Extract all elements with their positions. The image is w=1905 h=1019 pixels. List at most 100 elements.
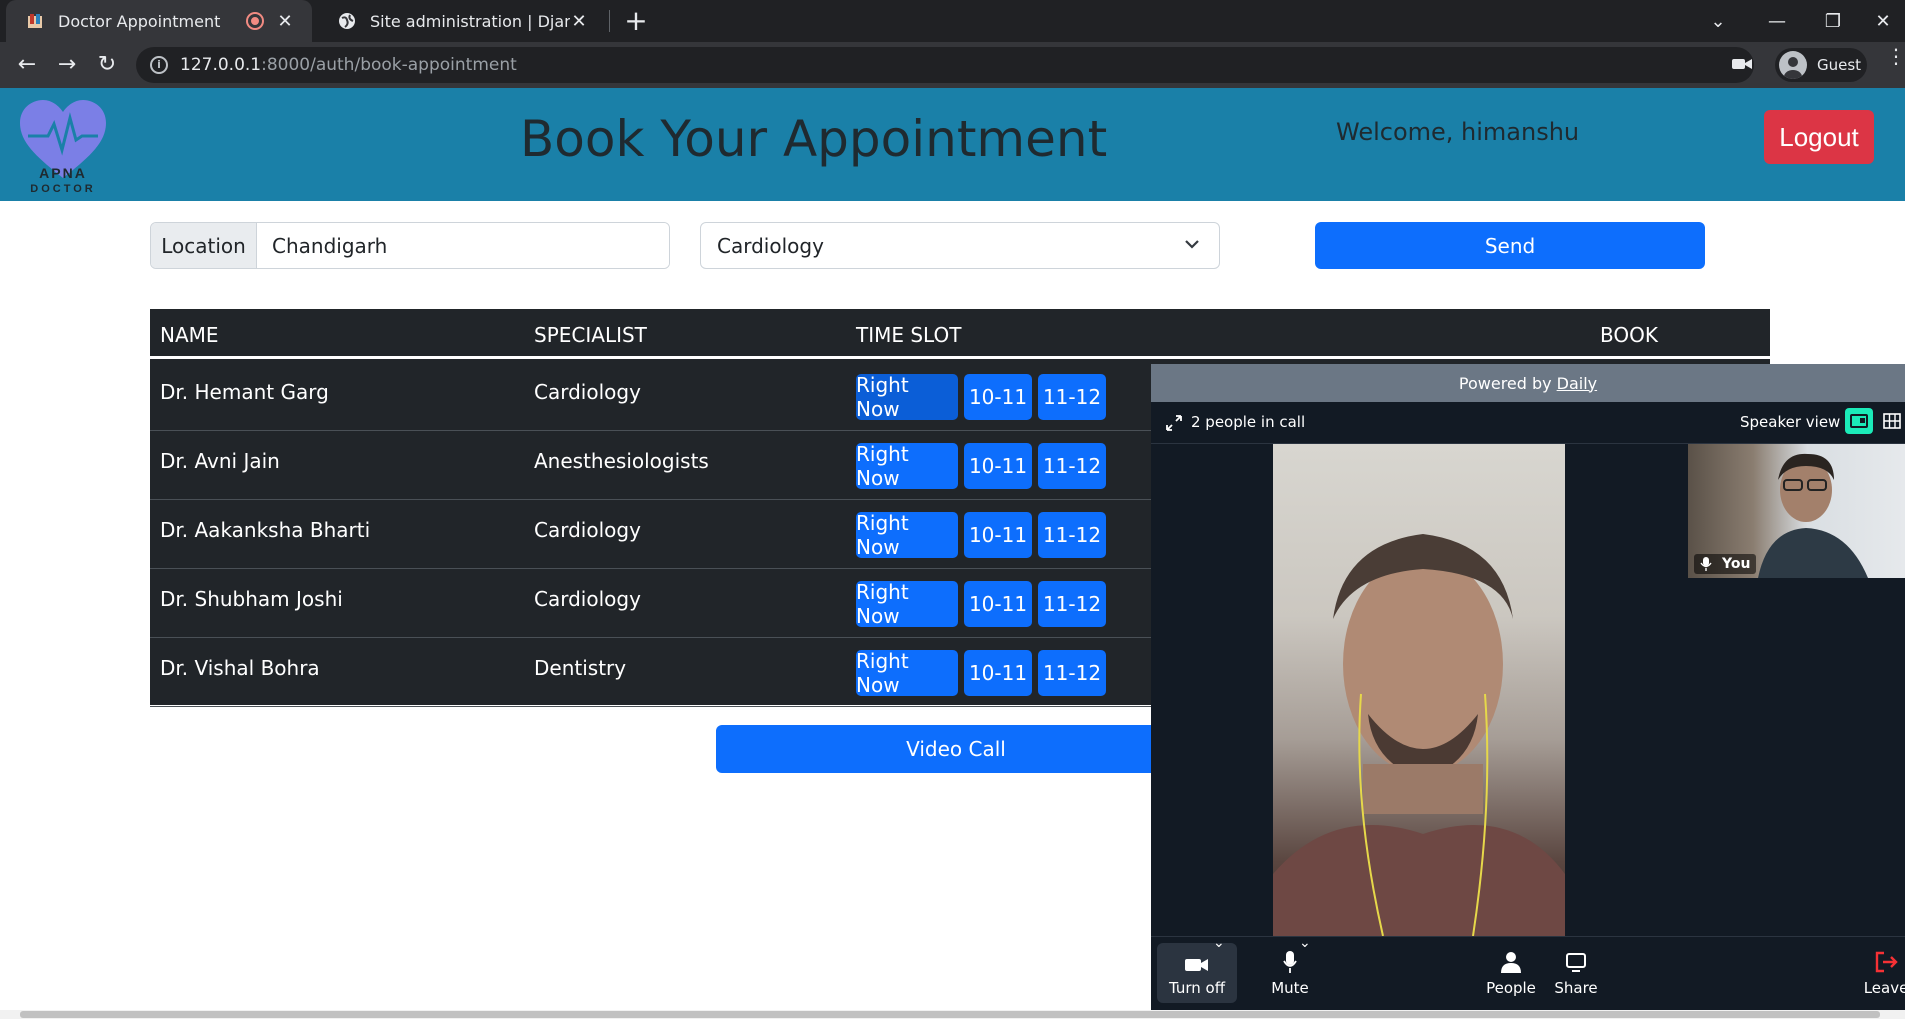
time-slot-button[interactable]: 10-11: [964, 443, 1032, 489]
logout-button[interactable]: Logout: [1764, 110, 1874, 164]
logo-line-2: DOCTOR: [30, 183, 95, 194]
tab-title: Doctor Appointment: [58, 11, 221, 31]
camera-icon: [1185, 959, 1208, 971]
people-button[interactable]: People: [1476, 943, 1546, 1003]
tab-search-icon[interactable]: ⌄: [1690, 0, 1746, 42]
header-book: BOOK: [1600, 323, 1658, 347]
people-icon: [1501, 952, 1521, 973]
header-time-slot: TIME SLOT: [856, 323, 962, 347]
camera-in-use-icon[interactable]: [1732, 56, 1752, 72]
time-slot-button[interactable]: Right Now: [856, 442, 958, 490]
leave-button[interactable]: Leave: [1856, 943, 1905, 1003]
doctor-specialist: Anesthesiologists: [534, 449, 709, 473]
microphone-icon: [1283, 951, 1297, 973]
time-slot-button[interactable]: 11-12: [1038, 650, 1106, 696]
header-specialist: SPECIALIST: [534, 323, 647, 347]
call-controls-bar: Turn off ⌄ Mute ⌄ People Share Leave: [1151, 935, 1905, 1010]
doctor-name: Dr. Aakanksha Bharti: [160, 518, 371, 542]
url-text: 127.0.0.1:8000/auth/book-appointment: [180, 55, 517, 75]
doctor-specialist: Cardiology: [534, 518, 641, 542]
video-call-button[interactable]: Video Call: [716, 725, 1196, 773]
new-tab-icon[interactable]: +: [622, 4, 650, 37]
doctor-name: Dr. Avni Jain: [160, 449, 280, 473]
time-slot-button[interactable]: 10-11: [964, 512, 1032, 558]
forward-icon[interactable]: →: [52, 50, 82, 80]
tab-title: Site administration | Django site a: [370, 11, 570, 31]
call-info-bar: 2 people in call Speaker view: [1151, 402, 1905, 444]
minimize-icon[interactable]: —: [1749, 0, 1805, 42]
menu-kebab-icon[interactable]: ⋮: [1886, 46, 1905, 66]
scrollbar-thumb[interactable]: [20, 1011, 1880, 1018]
location-input-group: Location: [150, 222, 670, 269]
close-tab-icon[interactable]: ✕: [276, 11, 294, 32]
self-name-tag: You: [1694, 554, 1757, 574]
page-title: Book Your Appointment: [520, 110, 1108, 168]
powered-by-banner: Powered by Daily: [1151, 364, 1905, 402]
specialty-select[interactable]: Cardiology: [700, 222, 1220, 269]
participant-face-image: [1273, 534, 1565, 936]
leave-icon: [1875, 951, 1898, 973]
speaker-view-icon[interactable]: [1845, 408, 1873, 434]
expand-icon[interactable]: [1165, 414, 1183, 432]
microphone-icon: [1700, 557, 1712, 571]
close-tab-icon[interactable]: ✕: [570, 11, 588, 32]
grid-view-icon[interactable]: [1883, 412, 1901, 430]
mute-button[interactable]: Mute: [1255, 943, 1325, 1003]
address-bar[interactable]: i 127.0.0.1:8000/auth/book-appointment: [136, 47, 1754, 83]
doctor-favicon-icon: [28, 14, 42, 28]
share-label: Share: [1554, 979, 1598, 997]
camera-toggle-button[interactable]: Turn off: [1157, 943, 1237, 1003]
restore-icon[interactable]: ❐: [1805, 0, 1861, 42]
profile-label: Guest: [1817, 56, 1862, 74]
avatar: [1779, 51, 1807, 79]
doctor-specialist: Cardiology: [534, 587, 641, 611]
location-input[interactable]: [257, 223, 669, 268]
tab-site-administration[interactable]: Site administration | Django site a ✕: [318, 0, 606, 42]
close-window-icon[interactable]: ✕: [1861, 0, 1905, 42]
time-slot-button[interactable]: Right Now: [856, 373, 958, 421]
doctor-specialist: Dentistry: [534, 656, 627, 680]
powered-by-text: Powered by: [1458, 373, 1552, 393]
daily-video-call-widget: Powered by Daily 2 people in call Speaker…: [1151, 364, 1905, 1010]
time-slot-button[interactable]: 11-12: [1038, 581, 1106, 627]
logo-line-1: APNA: [39, 165, 87, 181]
location-label: Location: [151, 223, 257, 268]
time-slot-button[interactable]: 10-11: [964, 650, 1032, 696]
globe-icon: [339, 13, 355, 29]
daily-link[interactable]: Daily: [1557, 374, 1597, 393]
specialty-selected-value: Cardiology: [717, 233, 824, 258]
remote-participant-video: [1273, 444, 1565, 936]
chevron-down-icon: [1185, 240, 1199, 249]
people-count: 2 people in call: [1191, 413, 1306, 431]
time-slot-button[interactable]: Right Now: [856, 649, 958, 697]
camera-options-chevron-icon[interactable]: ⌄: [1213, 935, 1225, 957]
camera-label: Turn off: [1168, 979, 1226, 997]
mic-options-chevron-icon[interactable]: ⌄: [1299, 935, 1311, 957]
tab-doctor-appointment[interactable]: Doctor Appointment ✕: [6, 0, 312, 42]
doctor-name: Dr. Shubham Joshi: [160, 587, 343, 611]
tab-divider: [609, 10, 610, 32]
doctor-specialist: Cardiology: [534, 380, 641, 404]
self-video-tile: You: [1688, 444, 1905, 578]
site-info-icon[interactable]: i: [150, 56, 168, 74]
table-header: NAME SPECIALIST TIME SLOT BOOK: [150, 309, 1770, 359]
time-slot-button[interactable]: 10-11: [964, 374, 1032, 420]
time-slot-button[interactable]: 11-12: [1038, 374, 1106, 420]
send-button[interactable]: Send: [1315, 222, 1705, 269]
time-slot-button[interactable]: 11-12: [1038, 512, 1106, 558]
doctor-name: Dr. Vishal Bohra: [160, 656, 320, 680]
time-slot-button[interactable]: 11-12: [1038, 443, 1106, 489]
share-screen-icon: [1566, 953, 1586, 972]
time-slot-button[interactable]: Right Now: [856, 580, 958, 628]
apna-doctor-logo[interactable]: APNA DOCTOR: [18, 98, 108, 194]
leave-label: Leave: [1863, 979, 1905, 997]
time-slot-button[interactable]: 10-11: [964, 581, 1032, 627]
reload-icon[interactable]: ↻: [92, 50, 122, 80]
doctor-name: Dr. Hemant Garg: [160, 380, 329, 404]
profile-button[interactable]: Guest: [1775, 48, 1867, 82]
recording-indicator-icon: [248, 14, 262, 28]
mute-label: Mute: [1271, 979, 1309, 997]
time-slot-button[interactable]: Right Now: [856, 511, 958, 559]
back-icon[interactable]: ←: [12, 50, 42, 80]
share-button[interactable]: Share: [1541, 943, 1611, 1003]
